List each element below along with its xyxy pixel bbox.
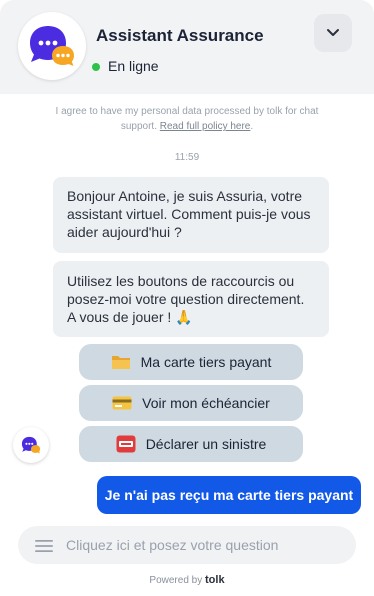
online-status-dot (92, 63, 100, 71)
credit-card-icon (112, 396, 132, 410)
quick-reply-echeancier[interactable]: Voir mon échéancier (79, 385, 303, 421)
chat-header: Assistant Assurance En ligne (0, 0, 374, 94)
bot-message: Bonjour Antoine, je suis Assuria, votre … (53, 177, 329, 253)
chat-widget: Assistant Assurance En ligne I agree to … (0, 0, 374, 596)
quick-reply-sinistre[interactable]: Déclarer un sinistre (79, 426, 303, 462)
consent-notice: I agree to have my personal data process… (40, 104, 334, 134)
privacy-policy-link[interactable]: Read full policy here (160, 121, 251, 132)
powered-by-footer: Powered by tolk (0, 574, 374, 586)
message-composer (18, 526, 356, 564)
user-message: Je n'ai pas reçu ma carte tiers payant (97, 476, 361, 514)
consent-suffix: . (250, 121, 254, 132)
powered-by-text: Powered by (149, 575, 203, 586)
collapse-chat-button[interactable] (314, 14, 352, 52)
sos-icon (116, 435, 136, 453)
assistant-title: Assistant Assurance (96, 26, 264, 45)
menu-icon[interactable] (35, 539, 53, 553)
chat-bubbles-icon (30, 26, 74, 66)
online-status-text: En ligne (108, 58, 159, 74)
folder-icon (111, 356, 130, 369)
chevron-down-icon (327, 29, 339, 36)
message-input[interactable] (66, 526, 346, 564)
quick-reply-carte-tiers-payant[interactable]: Ma carte tiers payant (79, 344, 303, 380)
message-timestamp: 11:59 (174, 152, 200, 163)
quick-reply-label: Voir mon échéancier (142, 395, 270, 411)
bot-message: Utilisez les boutons de raccourcis ou po… (53, 261, 329, 337)
assistant-avatar-small (13, 427, 49, 463)
quick-reply-label: Déclarer un sinistre (145, 436, 267, 452)
assistant-avatar (18, 12, 86, 80)
tolk-logo[interactable]: tolk (205, 574, 225, 586)
chat-bubbles-icon (21, 436, 41, 454)
quick-reply-label: Ma carte tiers payant (140, 354, 272, 370)
